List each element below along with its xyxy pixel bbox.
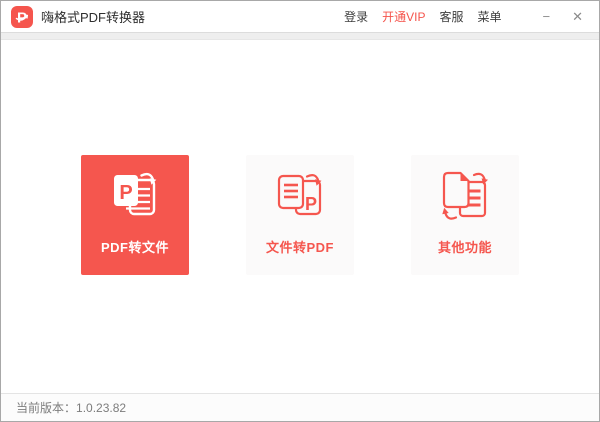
app-title: 嗨格式PDF转换器 — [41, 10, 146, 25]
main-area: P PDF转文件 P 文件转PDF 其他功能 — [1, 40, 599, 393]
menu-item-menu[interactable]: 菜单 — [477, 8, 501, 25]
version-value: 1.0.23.82 — [76, 400, 127, 415]
card-pdf-to-file[interactable]: P PDF转文件 — [81, 155, 189, 275]
other-functions-icon — [442, 171, 488, 220]
app-logo-icon: P — [11, 5, 33, 28]
status-bar: 当前版本： 1.0.23.82 — [1, 393, 599, 421]
titlebar-separator — [1, 32, 599, 40]
card-file-to-pdf[interactable]: P 文件转PDF — [246, 155, 354, 275]
version-label: 当前版本： — [16, 401, 77, 415]
titlebar-menu: 登录 开通VIP 客服 菜单 − ✕ — [344, 8, 586, 25]
app-window: P 嗨格式PDF转换器 登录 开通VIP 客服 菜单 − ✕ P PDF转文件 … — [0, 0, 600, 422]
card-label: 其他功能 — [437, 240, 492, 255]
menu-item-login[interactable]: 登录 — [344, 8, 368, 25]
card2-icon-letter: P — [305, 194, 317, 214]
pdf-to-file-icon: P — [114, 172, 157, 216]
card1-icon-letter: P — [119, 182, 132, 204]
minimize-button[interactable]: − — [540, 8, 554, 25]
title-bar: P 嗨格式PDF转换器 登录 开通VIP 客服 菜单 − ✕ — [1, 1, 599, 32]
card-other-functions[interactable]: 其他功能 — [411, 155, 519, 275]
window-controls: − ✕ — [540, 8, 587, 25]
menu-item-support[interactable]: 客服 — [439, 8, 463, 25]
card-label: PDF转文件 — [100, 240, 169, 255]
card-label: 文件转PDF — [265, 240, 334, 255]
close-button[interactable]: ✕ — [569, 8, 586, 25]
file-to-pdf-icon: P — [277, 174, 322, 216]
menu-item-vip[interactable]: 开通VIP — [382, 8, 425, 25]
